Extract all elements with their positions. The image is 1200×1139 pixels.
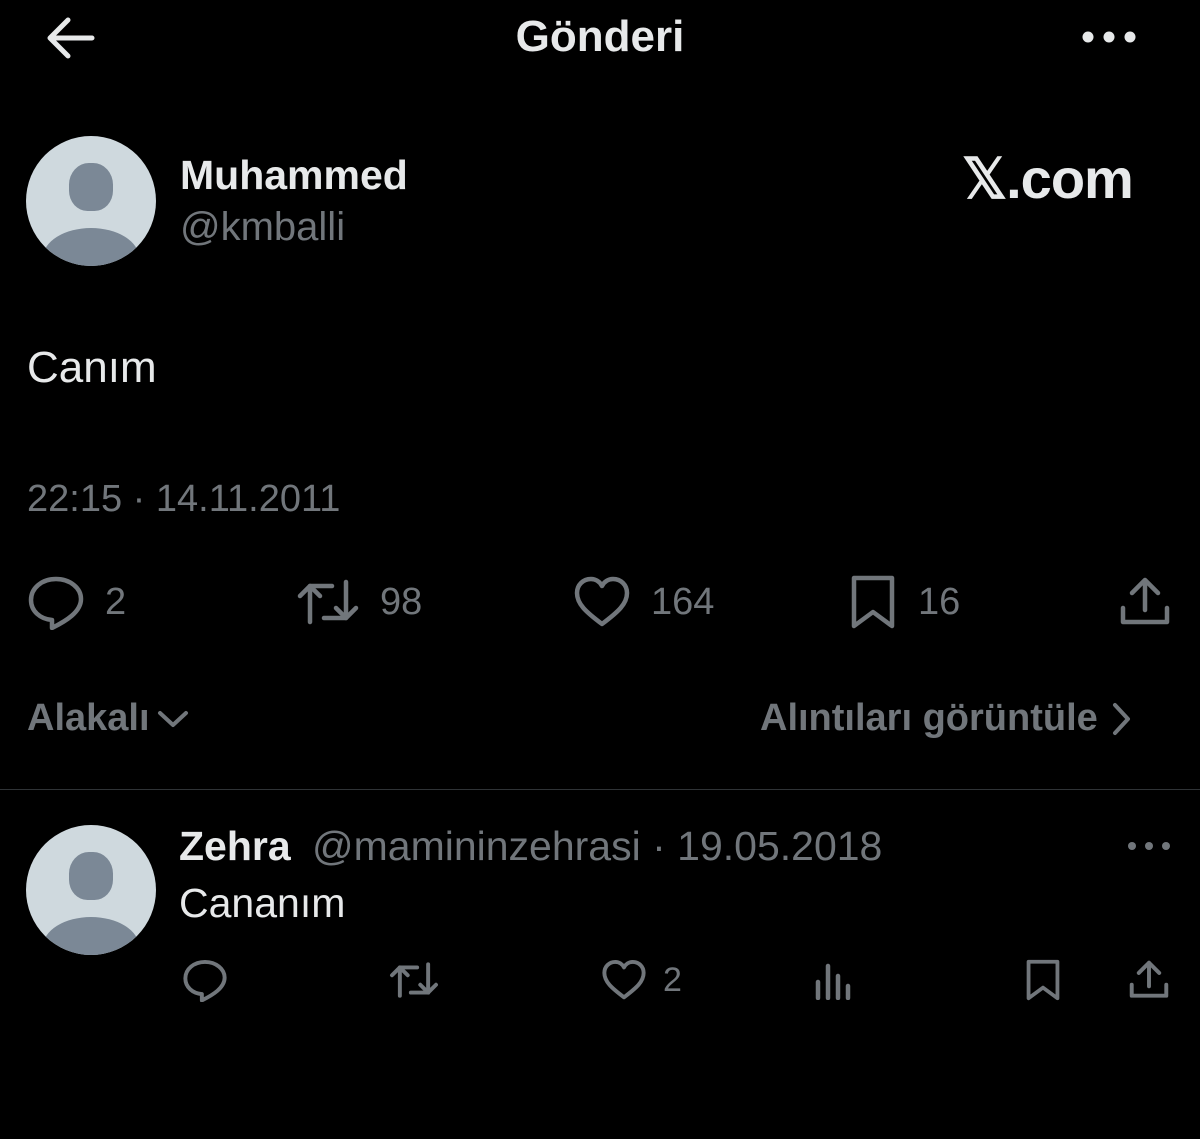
sort-label: Alakalı [27,697,150,739]
author-handle[interactable]: @kmballi [180,205,345,250]
default-avatar-head [68,852,114,901]
post-text: Canım [27,343,157,392]
author-name[interactable]: Muhammed [180,152,408,199]
reply-handle-date[interactable]: @mamininzehrasi · 19.05.2018 [312,823,882,870]
share-button[interactable] [1118,574,1172,630]
reply-views-button[interactable] [813,960,853,1000]
chevron-right-icon [1112,702,1130,735]
heart-icon [602,959,646,1000]
bookmark-icon [851,575,895,629]
default-avatar-head [68,163,114,212]
reply-repost-button[interactable] [387,958,441,1002]
divider [0,789,1200,790]
share-icon [1129,960,1169,998]
view-quotes-label: Alıntıları görüntüle [760,697,1098,739]
reply-icon [183,959,227,1002]
reply-like-count: 2 [663,961,682,999]
heart-icon [574,576,630,627]
reply-reply-button[interactable] [181,958,229,1002]
sort-dropdown[interactable]: Alakalı [27,697,190,740]
reply-text: Cananım [179,880,346,926]
reply-like-button[interactable]: 2 [599,958,682,1002]
more-horizontal-icon [1082,31,1136,43]
repost-count: 98 [380,581,423,623]
like-button[interactable]: 164 [573,574,714,630]
analytics-icon [815,963,851,1000]
chevron-down-icon [157,710,188,727]
bookmark-icon [1026,959,1060,1001]
default-avatar-body [42,228,140,266]
reply-bookmark-button[interactable] [1024,958,1062,1002]
x-com-watermark: 𝕏.com [962,147,1134,210]
repost-icon [297,579,359,625]
bookmark-count: 16 [918,581,961,623]
page-title: Gönderi [515,12,685,61]
post-timestamp[interactable]: 22:15 · 14.11.2011 [27,478,340,521]
share-icon [1120,577,1170,625]
default-avatar-body [42,917,140,955]
reply-icon [28,576,84,630]
like-count: 164 [651,581,715,623]
bookmark-button[interactable]: 16 [848,574,960,630]
reply-button[interactable]: 2 [27,574,126,630]
more-horizontal-icon [1128,842,1170,850]
reply-avatar[interactable] [26,825,156,955]
repost-button[interactable]: 98 [296,574,422,630]
avatar[interactable] [26,136,156,266]
reply-more-button[interactable] [1126,838,1172,854]
reply-share-button[interactable] [1127,958,1171,1002]
view-quotes-link[interactable]: Alıntıları görüntüle [760,697,1134,740]
more-options-button[interactable] [1078,20,1140,54]
reply-count: 2 [105,581,127,623]
reply-author-name[interactable]: Zehra [179,823,291,870]
repost-icon [390,962,438,998]
